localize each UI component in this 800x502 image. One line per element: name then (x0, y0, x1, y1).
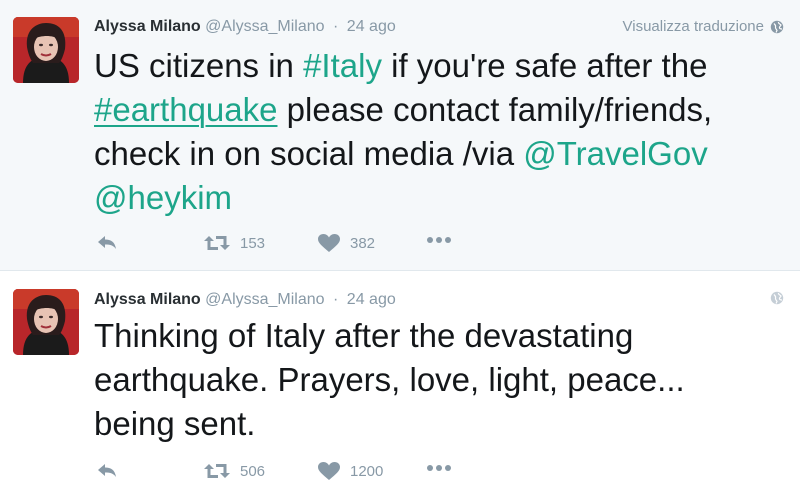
timestamp[interactable]: 24 ago (347, 18, 396, 35)
like-count: 382 (350, 235, 376, 252)
text-segment: if you're safe after the (381, 47, 708, 84)
timestamp[interactable]: 24 ago (347, 291, 396, 308)
text-line: being sent. (94, 405, 256, 442)
reply-icon (96, 234, 118, 252)
more-button[interactable] (426, 236, 452, 244)
reply-icon (96, 462, 118, 480)
like-button[interactable]: 1200 (318, 462, 383, 481)
reply-button[interactable] (96, 462, 118, 480)
like-button[interactable]: 382 (318, 234, 375, 253)
heart-icon (318, 234, 340, 253)
tweet-header: Alyssa Milano @Alyssa_Milano · 24 ago (94, 18, 396, 36)
tweet[interactable]: Alyssa Milano @Alyssa_Milano · 24 ago Th… (0, 271, 800, 502)
more-icon (426, 464, 452, 472)
mention-link[interactable]: @heykim (94, 179, 232, 216)
tweet-header: Alyssa Milano @Alyssa_Milano · 24 ago (94, 291, 396, 309)
retweet-button[interactable]: 153 (204, 234, 265, 252)
globe-icon (770, 291, 784, 305)
author-handle[interactable]: @Alyssa_Milano (205, 291, 324, 308)
text-line: earthquake. Prayers, love, light, peace.… (94, 361, 685, 398)
tweet[interactable]: Alyssa Milano @Alyssa_Milano · 24 ago Vi… (0, 0, 800, 271)
more-button[interactable] (426, 464, 452, 472)
separator: · (333, 291, 339, 308)
text-segment: US citizens in (94, 47, 304, 84)
translate-label: Visualizza traduzione (622, 18, 764, 35)
globe-link[interactable] (770, 291, 784, 305)
like-count: 1200 (350, 463, 384, 480)
globe-icon (770, 20, 784, 34)
heart-icon (318, 462, 340, 481)
retweet-icon (204, 234, 230, 252)
hashtag-link[interactable]: #Italy (303, 47, 382, 84)
author-handle[interactable]: @Alyssa_Milano (205, 18, 324, 35)
author-name[interactable]: Alyssa Milano (94, 291, 201, 308)
separator: · (333, 18, 339, 35)
hashtag-link[interactable]: #earthquake (94, 91, 277, 128)
retweet-count: 153 (240, 234, 266, 252)
reply-button[interactable] (96, 234, 118, 252)
retweet-button[interactable]: 506 (204, 462, 265, 480)
more-icon (426, 236, 452, 244)
timeline: Alyssa Milano @Alyssa_Milano · 24 ago Vi… (0, 0, 800, 502)
retweet-count: 506 (240, 462, 266, 480)
text-segment: check in on social media /via (94, 135, 524, 172)
text-line: Thinking of Italy after the devastating (94, 317, 634, 354)
translate-link[interactable]: Visualizza traduzione (623, 18, 784, 35)
tweet-text: Thinking of Italy after the devastating … (94, 314, 760, 446)
text-segment: please contact family/friends, (277, 91, 713, 128)
mention-link[interactable]: @TravelGov (523, 135, 707, 172)
avatar[interactable] (13, 17, 79, 83)
retweet-icon (204, 462, 230, 480)
avatar[interactable] (13, 289, 79, 355)
author-name[interactable]: Alyssa Milano (94, 18, 201, 35)
tweet-text: US citizens in #Italy if you're safe aft… (94, 44, 760, 220)
